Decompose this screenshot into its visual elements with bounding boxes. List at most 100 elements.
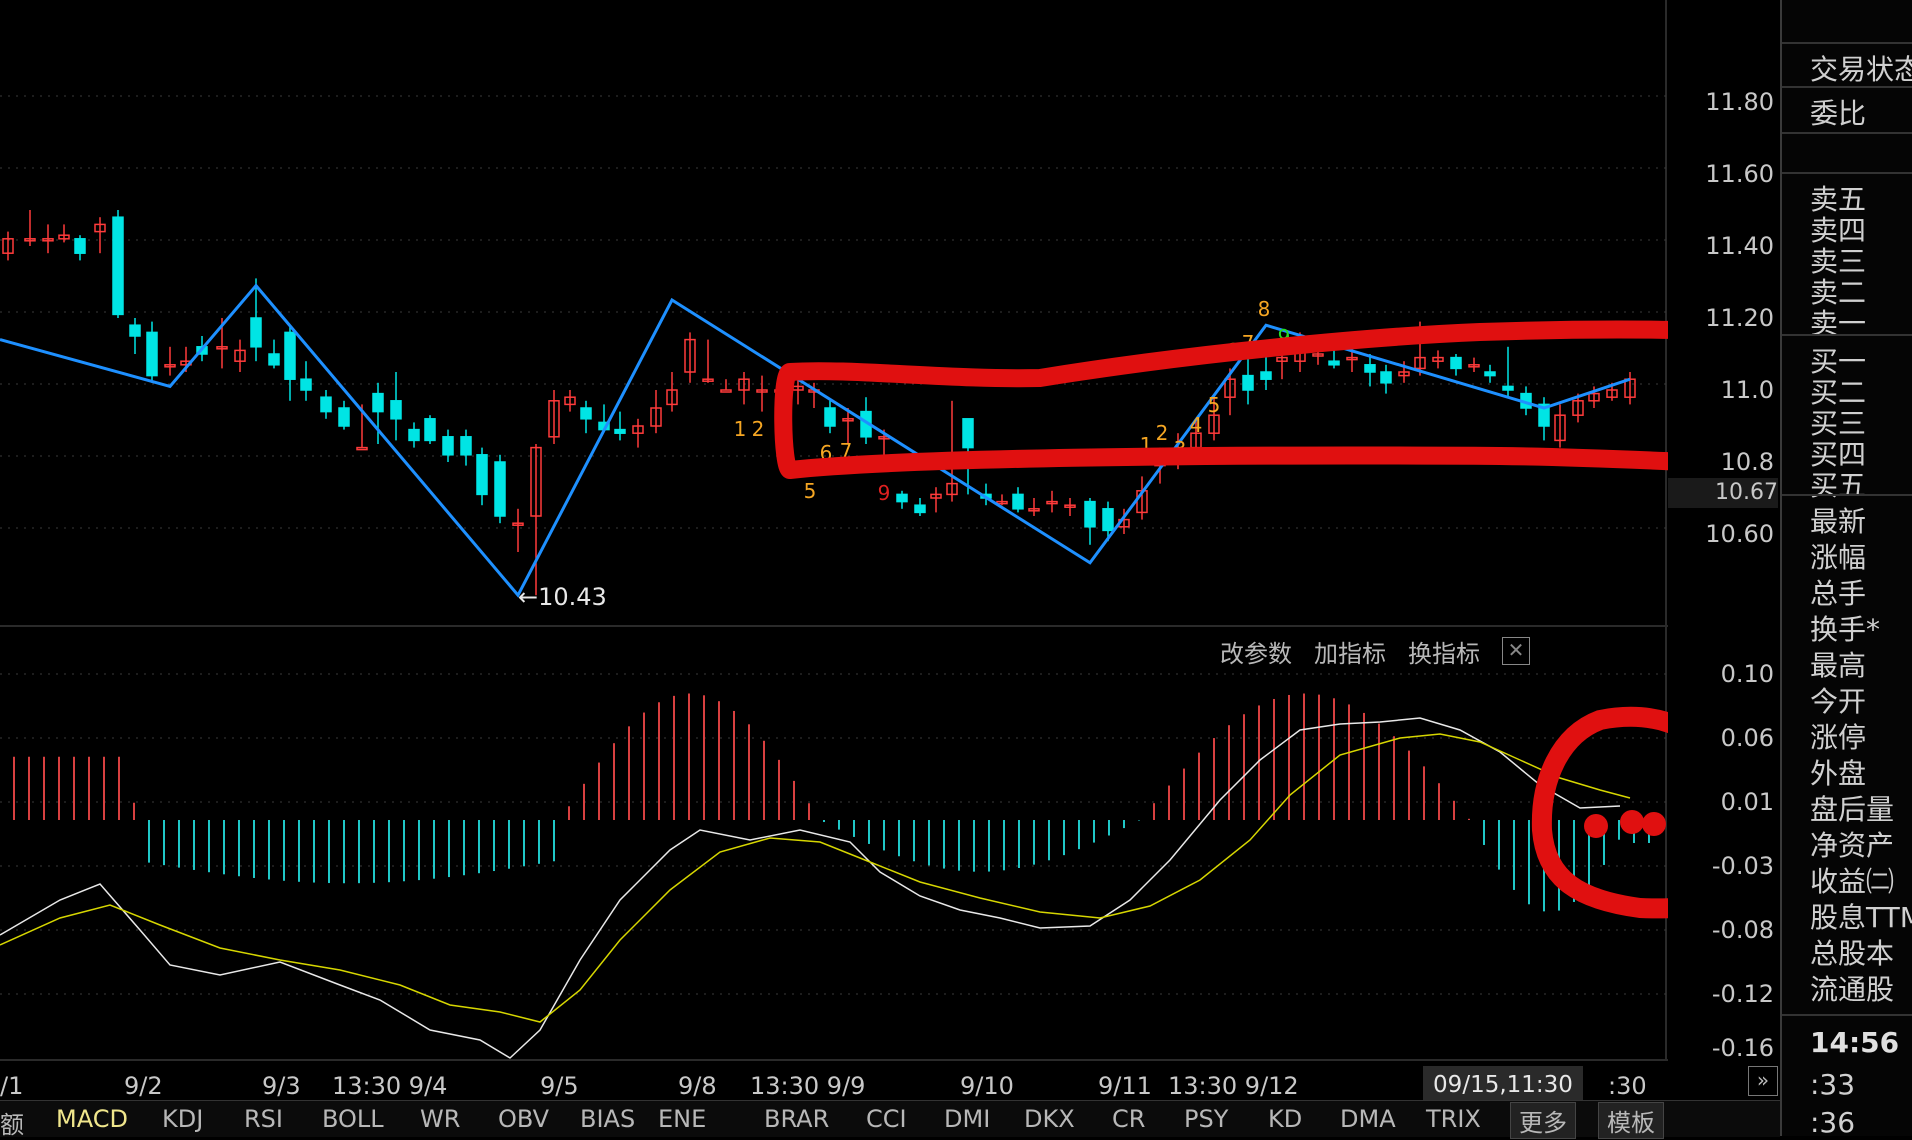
tab-13[interactable]: CR bbox=[1112, 1105, 1145, 1133]
close-icon[interactable]: ✕ bbox=[1502, 637, 1530, 665]
candle-body bbox=[320, 396, 332, 413]
candle-body bbox=[1502, 385, 1514, 391]
stat-label: 净资产 bbox=[1810, 829, 1895, 862]
price-tick: 11.40 bbox=[1705, 232, 1774, 260]
crosshair-time-tip: 09/15,11:30 bbox=[1423, 1066, 1583, 1104]
price-tick: 11.0 bbox=[1720, 376, 1774, 404]
stat-label: 收益㈡ bbox=[1810, 865, 1895, 898]
divider bbox=[1782, 1014, 1912, 1016]
macd-tick: 0.06 bbox=[1720, 724, 1774, 752]
candle-body bbox=[1084, 500, 1096, 528]
indicator-tabs: 额 MACD KDJ RSI BOLL WR OBV BIAS ENE BRAR CCI DMI DKX… bbox=[0, 1100, 1780, 1140]
candle-body bbox=[1012, 493, 1024, 510]
tab-4[interactable]: BOLL bbox=[322, 1105, 384, 1133]
candle-body bbox=[408, 428, 420, 442]
swap-indicator-button[interactable]: 换指标 bbox=[1408, 634, 1480, 669]
candle-body bbox=[74, 238, 86, 254]
dea-line bbox=[0, 733, 1631, 1023]
tab-19[interactable]: 模板 bbox=[1598, 1102, 1664, 1139]
candle-body bbox=[268, 353, 280, 366]
tab-6[interactable]: OBV bbox=[498, 1105, 549, 1133]
candle-body bbox=[300, 378, 312, 391]
tab-2[interactable]: KDJ bbox=[162, 1105, 203, 1133]
dif-line bbox=[0, 717, 1621, 1059]
divider bbox=[1782, 42, 1912, 44]
tab-1[interactable]: MACD bbox=[56, 1105, 128, 1133]
price-tick: 11.60 bbox=[1705, 160, 1774, 188]
stat-label: 涨停 bbox=[1810, 721, 1867, 754]
candle-body bbox=[424, 418, 436, 442]
tab-10[interactable]: CCI bbox=[866, 1105, 907, 1133]
tab-9[interactable]: BRAR bbox=[764, 1105, 829, 1133]
tick-time-row: :33 bbox=[1810, 1068, 1856, 1101]
tab-5[interactable]: WR bbox=[420, 1105, 460, 1133]
tab-14[interactable]: PSY bbox=[1184, 1105, 1228, 1133]
tab-0[interactable]: 额 bbox=[0, 1105, 24, 1140]
divider bbox=[1782, 494, 1912, 496]
candle-body bbox=[112, 216, 124, 316]
candle-body bbox=[614, 428, 626, 434]
stat-label: 最高 bbox=[1810, 649, 1867, 682]
macd-axis: 0.10 0.06 0.01 -0.03 -0.08 -0.12 -0.16 bbox=[1668, 640, 1780, 1062]
candle-body bbox=[1102, 508, 1114, 532]
stat-label: 换手* bbox=[1810, 613, 1881, 646]
edit-params-button[interactable]: 改参数 bbox=[1220, 634, 1292, 669]
candle-body bbox=[372, 392, 384, 413]
tab-15[interactable]: KD bbox=[1268, 1105, 1302, 1133]
red-annotation-dot bbox=[1642, 812, 1666, 836]
date-label: 13:30 9/12 bbox=[1168, 1072, 1299, 1100]
td-count-label: 1 bbox=[734, 417, 747, 441]
expand-icon[interactable]: » bbox=[1748, 1066, 1778, 1096]
stat-label: 流通股 bbox=[1810, 973, 1895, 1006]
candle-body bbox=[284, 331, 296, 380]
candle-body bbox=[896, 493, 908, 503]
sell-level-1: 卖一 bbox=[1810, 307, 1867, 340]
candle-body bbox=[250, 317, 262, 348]
red-annotation-dot bbox=[1620, 810, 1644, 834]
red-annotation-bracket bbox=[1531, 706, 1668, 919]
candle-body bbox=[1242, 374, 1254, 391]
date-label: :30 bbox=[1608, 1072, 1647, 1100]
date-label: 9/2 bbox=[124, 1072, 163, 1100]
td-count-label: 9 bbox=[878, 481, 891, 505]
candle-body bbox=[1260, 371, 1272, 380]
candle-body bbox=[1450, 356, 1462, 370]
date-label: 9/8 bbox=[678, 1072, 717, 1100]
divider bbox=[1782, 86, 1912, 88]
td-count-label: 5 bbox=[804, 479, 817, 503]
tab-16[interactable]: DMA bbox=[1340, 1105, 1396, 1133]
chart-area[interactable]: ←10.43 1 2 5 6 7 9 1 2 3 4 5 6 7 8 9 11.80 11.60 11.40 11.… bbox=[0, 0, 1780, 1140]
candle-body bbox=[460, 436, 472, 456]
candle-body bbox=[476, 454, 488, 496]
tab-17[interactable]: TRIX bbox=[1426, 1105, 1481, 1133]
date-label: 9/10 bbox=[960, 1072, 1014, 1100]
kline-macd-chart[interactable]: ←10.431 256 791 23456 789 bbox=[0, 0, 1668, 1100]
td-count-label: 2 bbox=[752, 417, 765, 441]
stat-label: 涨幅 bbox=[1810, 541, 1867, 574]
tab-12[interactable]: DKX bbox=[1024, 1105, 1075, 1133]
price-tick: 11.80 bbox=[1705, 88, 1774, 116]
candle-body bbox=[1380, 371, 1392, 384]
tab-8[interactable]: ENE bbox=[658, 1105, 706, 1133]
candle-body bbox=[146, 331, 158, 377]
date-label: 9/5 bbox=[540, 1072, 579, 1100]
tab-3[interactable]: RSI bbox=[244, 1105, 283, 1133]
tab-18[interactable]: 更多 bbox=[1510, 1102, 1576, 1139]
stat-label: 今开 bbox=[1810, 685, 1867, 718]
macd-tick: -0.03 bbox=[1711, 852, 1774, 880]
stat-label: 盘后量 bbox=[1810, 793, 1895, 826]
tick-time-row: :36 bbox=[1810, 1106, 1856, 1139]
candle-body bbox=[442, 436, 454, 456]
date-label: 9/3 bbox=[262, 1072, 301, 1100]
divider bbox=[1782, 172, 1912, 174]
stat-label: 总股本 bbox=[1810, 937, 1895, 970]
macd-tick: -0.12 bbox=[1711, 980, 1774, 1008]
tab-11[interactable]: DMI bbox=[944, 1105, 990, 1133]
macd-tick: 0.10 bbox=[1720, 660, 1774, 688]
candle-body bbox=[962, 418, 974, 449]
add-indicator-button[interactable]: 加指标 bbox=[1314, 634, 1386, 669]
td-count-label: 5 bbox=[1208, 393, 1221, 417]
macd-tick: 0.01 bbox=[1720, 788, 1774, 816]
date-label: 13:30 9/4 bbox=[332, 1072, 448, 1100]
tab-7[interactable]: BIAS bbox=[580, 1105, 635, 1133]
